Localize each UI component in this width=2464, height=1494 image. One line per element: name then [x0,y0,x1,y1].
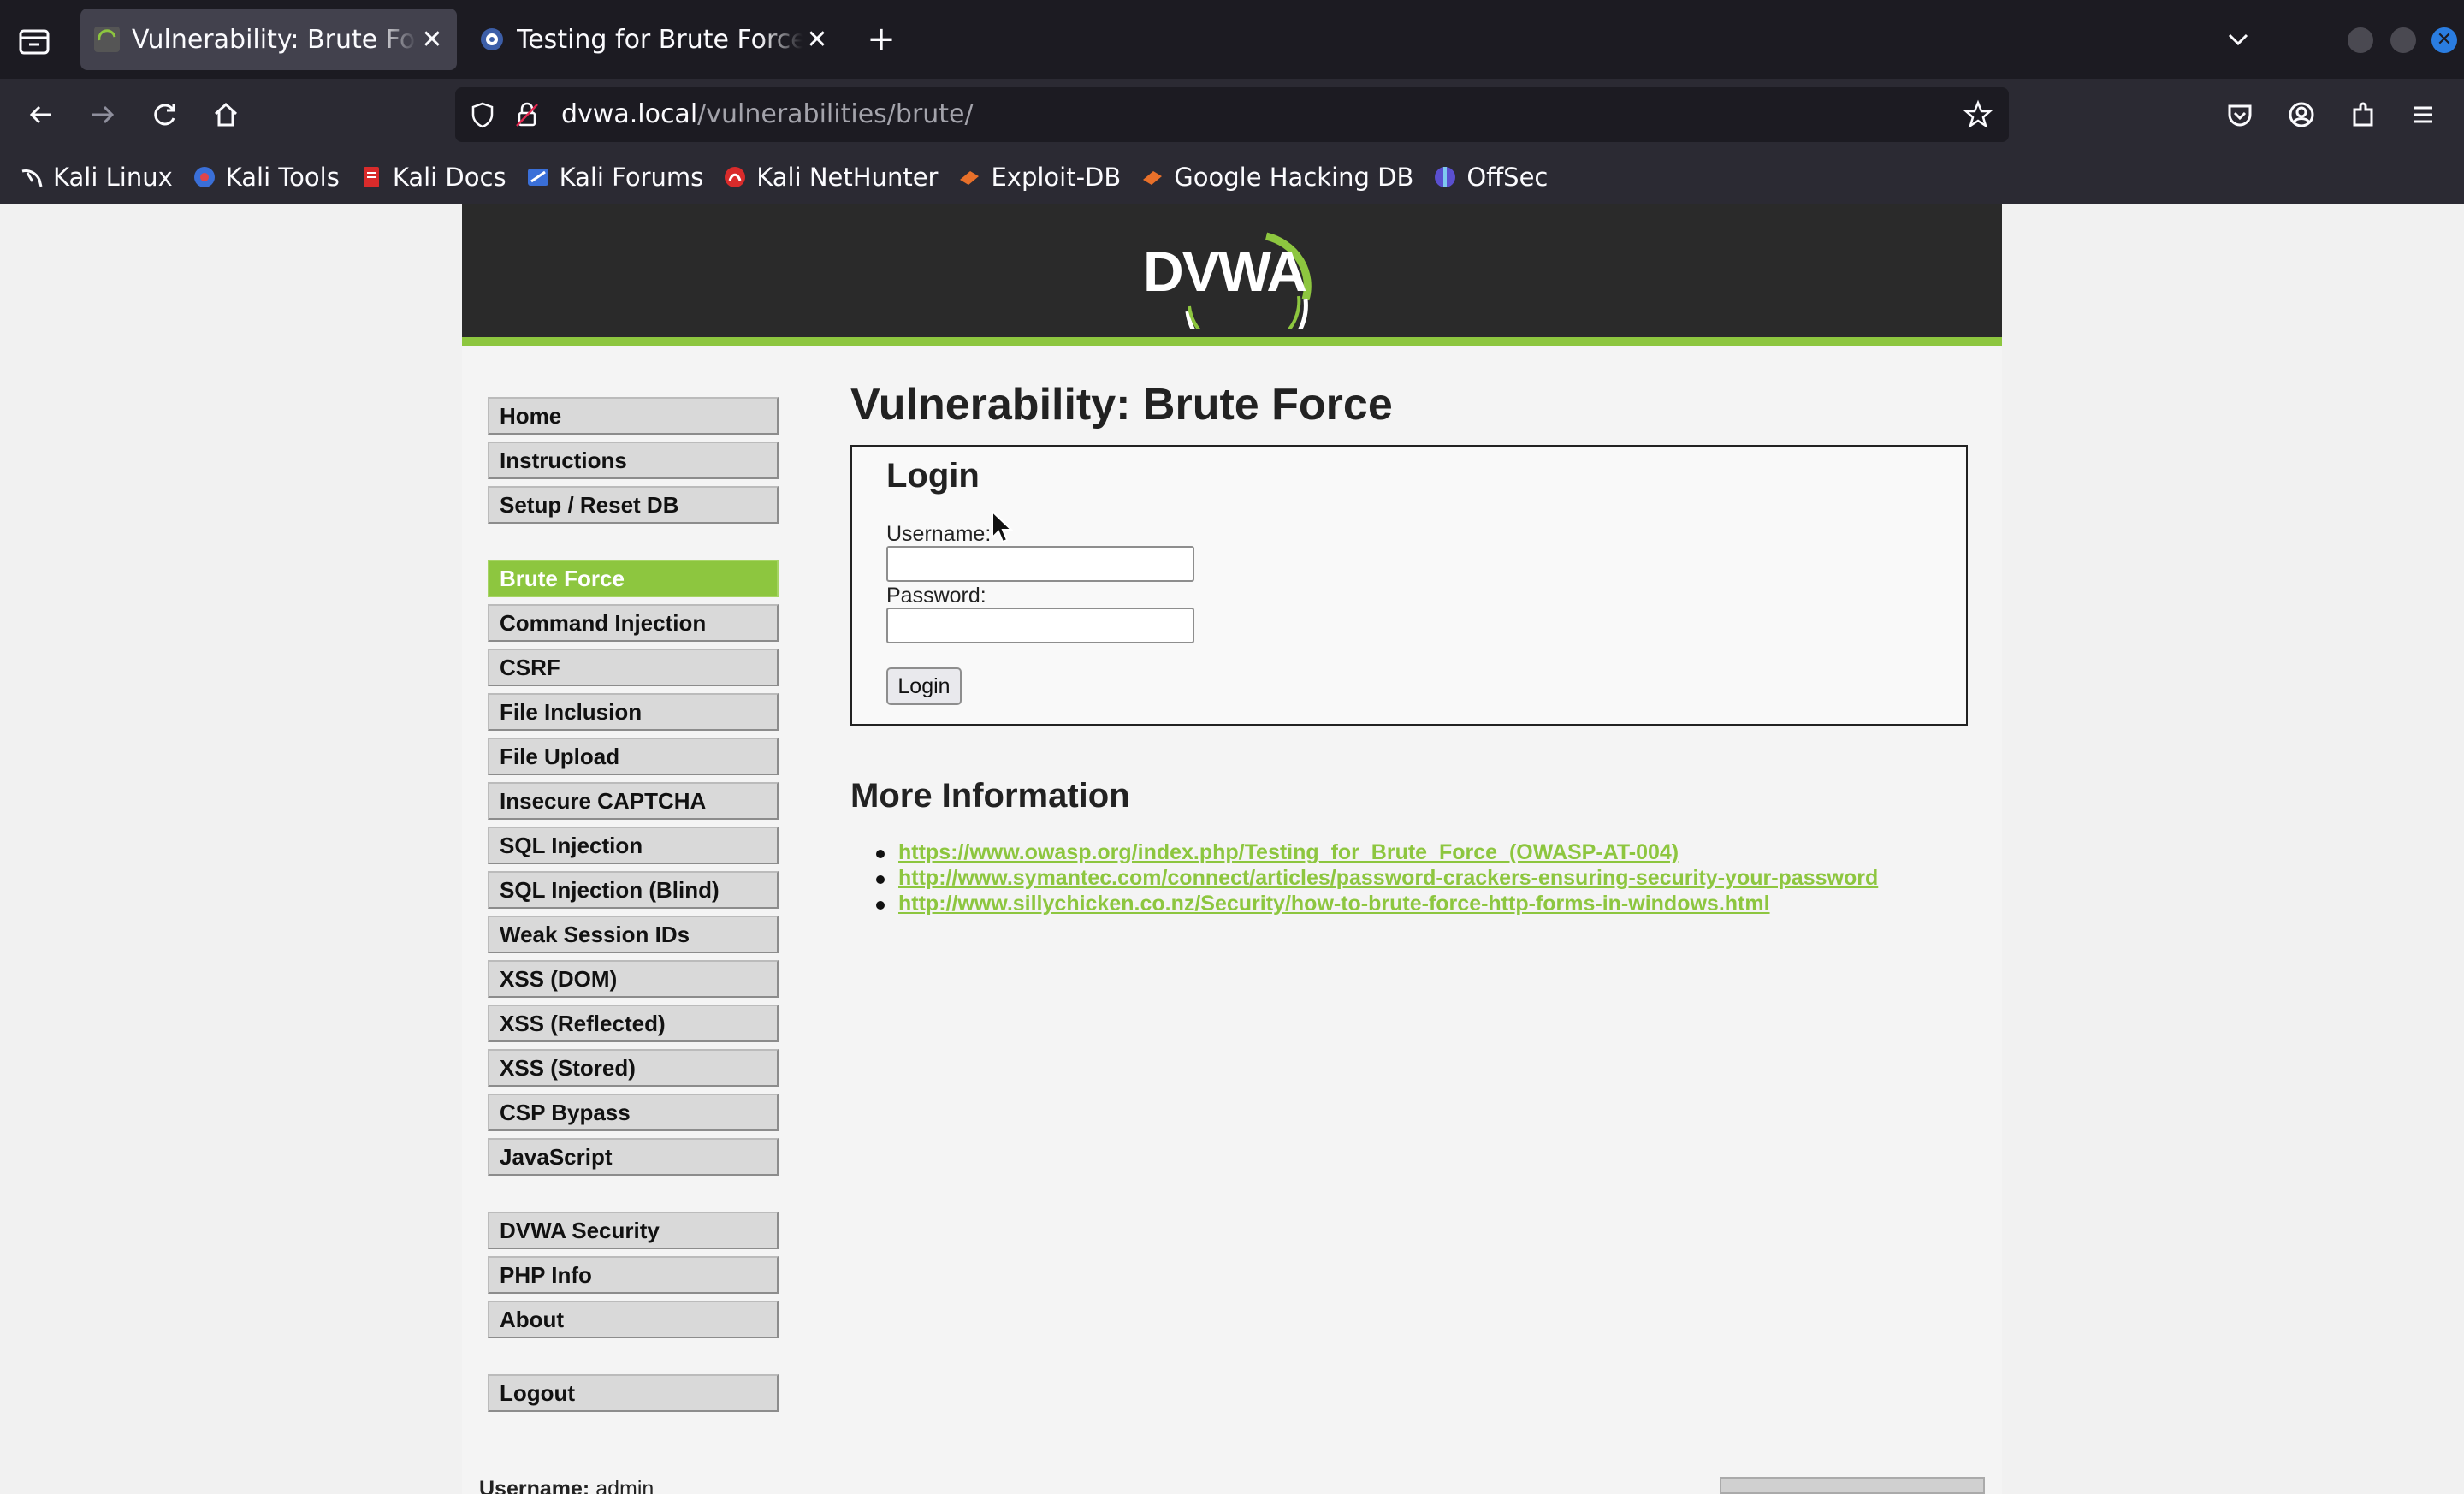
list-item: https://www.owasp.org/index.php/Testing_… [875,840,1878,866]
more-info-heading: More Information [850,777,1130,815]
bookmark-exploit-db[interactable]: Exploit-DB [957,163,1121,192]
kali-tools-icon [193,167,215,187]
tab-title: Testing for Brute Force (O [517,24,803,55]
sillychicken-link[interactable]: http://www.sillychicken.co.nz/Security/h… [898,892,1770,916]
ghdb-icon [1143,171,1163,185]
kali-dragon-icon [21,169,43,187]
menu-item-weak-session-ids[interactable]: Weak Session IDs [488,916,779,953]
tab-owasp[interactable]: Testing for Brute Force (O ✕ [465,9,842,70]
login-button[interactable]: Login [886,667,962,705]
lock-insecure-icon[interactable] [512,99,542,130]
footer-username: Username: admin [479,1477,654,1494]
url-text: dvwa.local/vulnerabilities/brute/ [561,99,974,129]
page-title: Vulnerability: Brute Force [850,380,1393,430]
menu-item-dvwa-security[interactable]: DVWA Security [488,1212,779,1249]
browser-tab-bar: Vulnerability: Brute Force ✕ Testing for… [0,0,2464,79]
dvwa-container: DVWA Home Instructions Setup / Reset DB … [462,204,2002,1494]
list-item: http://www.symantec.com/connect/articles… [875,866,1878,892]
bookmark-offsec[interactable]: OffSec [1432,163,1548,192]
menu-item-sql-injection-blind[interactable]: SQL Injection (Blind) [488,871,779,909]
mouse-cursor-icon [992,510,1013,543]
bookmarks-toolbar: Kali Linux Kali Tools Kali Docs Kali For… [0,151,2464,204]
owasp-favicon-icon [481,28,503,50]
username-label: Username: [886,522,992,546]
url-bar[interactable]: dvwa.local/vulnerabilities/brute/ [455,87,2009,142]
menu-item-csrf[interactable]: CSRF [488,649,779,686]
dvwa-header: DVWA [462,204,2002,346]
account-icon[interactable] [2284,98,2319,132]
forward-arrow-icon[interactable] [86,98,120,132]
menu-item-about[interactable]: About [488,1301,779,1338]
menu-item-xss-reflected[interactable]: XSS (Reflected) [488,1005,779,1042]
reload-icon[interactable] [147,98,181,132]
chevron-down-icon[interactable] [2223,24,2254,55]
bookmark-kali-tools[interactable]: Kali Tools [192,163,340,192]
symantec-link[interactable]: http://www.symantec.com/connect/articles… [898,866,1878,890]
extensions-icon[interactable] [2346,98,2380,132]
password-label: Password: [886,584,986,608]
new-tab-button[interactable]: + [862,21,900,58]
kali-forums-icon [527,169,548,186]
menu-item-logout[interactable]: Logout [488,1374,779,1412]
view-source-buttons[interactable] [1720,1477,1985,1494]
tab-close-icon[interactable]: ✕ [418,25,447,55]
offsec-icon [1435,167,1456,187]
bookmark-kali-docs[interactable]: Kali Docs [358,163,506,192]
tab-title: Vulnerability: Brute Force [132,24,418,55]
menu-item-file-inclusion[interactable]: File Inclusion [488,693,779,731]
menu-item-javascript[interactable]: JavaScript [488,1138,779,1176]
tab-dvwa[interactable]: Vulnerability: Brute Force ✕ [80,9,457,70]
shield-icon[interactable] [467,99,498,130]
svg-text:DVWA: DVWA [1143,240,1306,303]
menu-item-command-injection[interactable]: Command Injection [488,604,779,642]
password-input[interactable] [886,608,1194,643]
login-heading: Login [886,457,980,495]
login-form: Login Username: Password: Login [850,445,1968,726]
pocket-icon[interactable] [2223,98,2257,132]
kali-nethunter-icon [725,167,746,187]
dvwa-favicon-icon [94,27,120,52]
close-window-button[interactable]: ✕ [2431,27,2457,53]
menu-item-brute-force[interactable]: Brute Force [488,560,779,597]
menu-item-xss-stored[interactable]: XSS (Stored) [488,1049,779,1087]
side-menu: Home Instructions Setup / Reset DB Brute… [488,397,779,1419]
more-info-links: https://www.owasp.org/index.php/Testing_… [875,840,1878,917]
hamburger-menu-icon[interactable] [2406,98,2440,132]
main-content: Vulnerability: Brute Force Login Usernam… [850,375,1980,916]
username-input[interactable] [886,546,1194,582]
bookmark-kali-forums[interactable]: Kali Forums [525,163,703,192]
back-arrow-icon[interactable] [24,98,58,132]
dvwa-logo: DVWA [1143,232,1312,329]
list-item: http://www.sillychicken.co.nz/Security/h… [875,892,1878,917]
menu-item-sql-injection[interactable]: SQL Injection [488,827,779,864]
maximize-button[interactable] [2390,27,2416,53]
home-icon[interactable] [209,98,243,132]
exploit-db-icon [960,171,980,185]
firefox-view-icon[interactable] [15,24,53,58]
menu-item-php-info[interactable]: PHP Info [488,1256,779,1294]
menu-item-instructions[interactable]: Instructions [488,442,779,479]
menu-item-setup[interactable]: Setup / Reset DB [488,486,779,524]
minimize-button[interactable] [2348,27,2373,53]
kali-docs-icon [363,167,379,187]
tab-close-icon[interactable]: ✕ [803,25,832,55]
menu-item-file-upload[interactable]: File Upload [488,738,779,775]
menu-item-insecure-captcha[interactable]: Insecure CAPTCHA [488,782,779,820]
bookmark-kali-linux[interactable]: Kali Linux [19,163,173,192]
bookmark-google-hacking-db[interactable]: Google Hacking DB [1140,163,1413,192]
menu-item-csp-bypass[interactable]: CSP Bypass [488,1094,779,1131]
owasp-link[interactable]: https://www.owasp.org/index.php/Testing_… [898,840,1679,864]
menu-item-xss-dom[interactable]: XSS (DOM) [488,960,779,998]
menu-item-home[interactable]: Home [488,397,779,435]
bookmark-kali-nethunter[interactable]: Kali NetHunter [722,163,938,192]
browser-nav-bar: dvwa.local/vulnerabilities/brute/ [0,79,2464,151]
bookmark-star-icon[interactable] [1963,99,1993,130]
page-viewport: DVWA Home Instructions Setup / Reset DB … [0,204,2464,1494]
